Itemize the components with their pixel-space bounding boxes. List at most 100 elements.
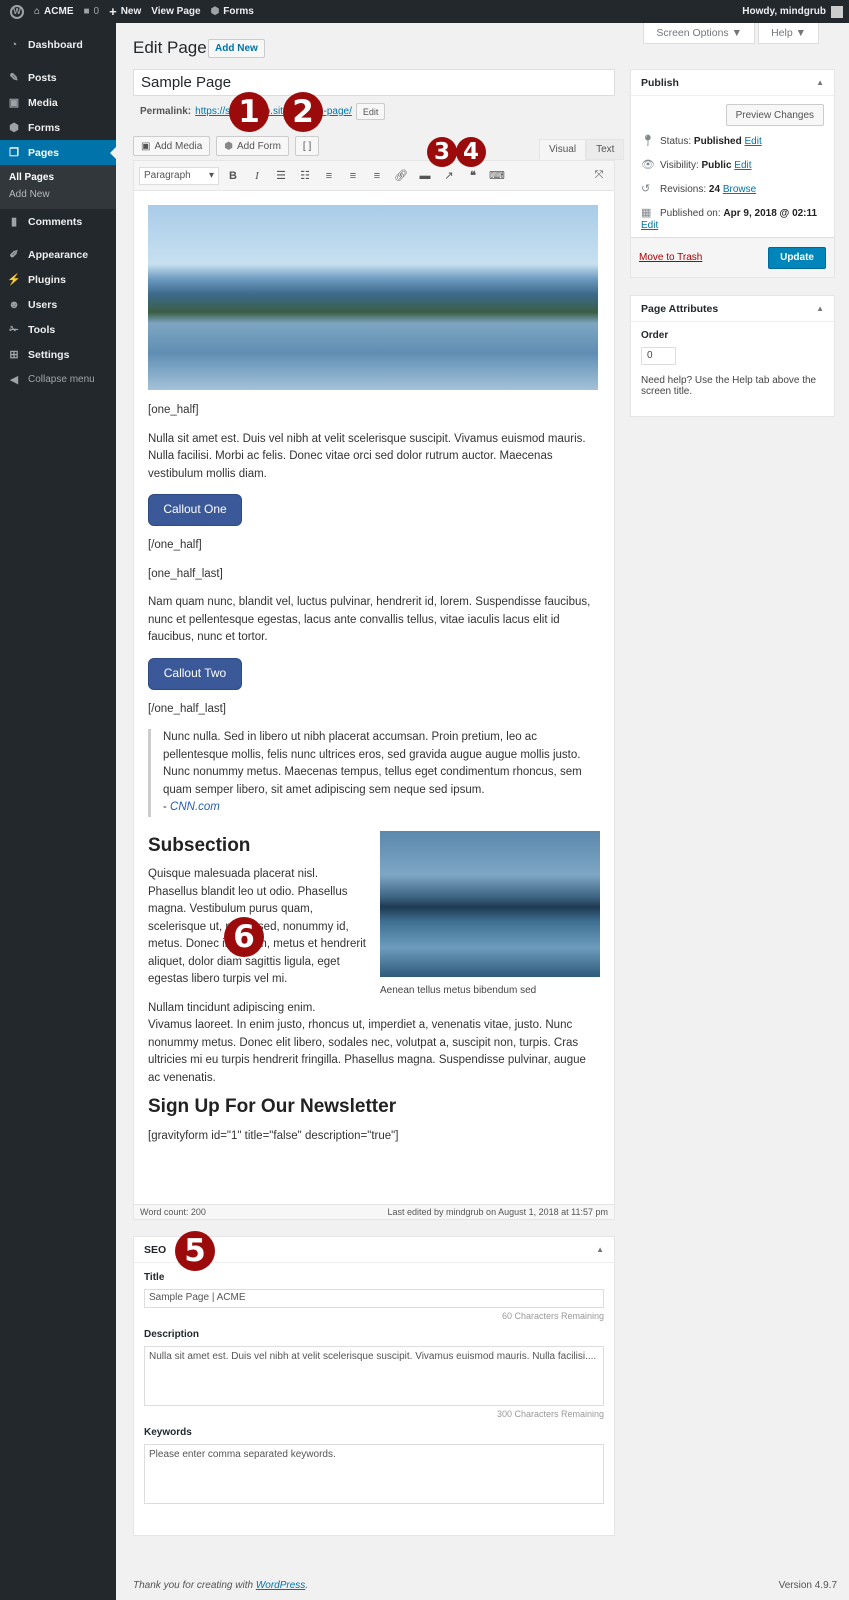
forms-icon: ⬢ <box>224 140 233 152</box>
forms-link[interactable]: ⬢ Forms <box>211 6 254 17</box>
sidebar-item-comments[interactable]: ▮ Comments <box>0 209 116 234</box>
last-edited: Last edited by mindgrub on August 1, 201… <box>387 1207 609 1217</box>
site-name: ACME <box>44 6 74 17</box>
new-label: New <box>120 6 142 17</box>
screen-options-button[interactable]: Screen Options ▼ <box>643 23 755 44</box>
comments-link[interactable]: ■ 0 <box>84 6 100 17</box>
order-label: Order <box>641 330 669 341</box>
permalink-label: Permalink: <box>140 106 192 117</box>
external-link-button[interactable]: ↗ <box>439 166 459 186</box>
submenu-all-pages[interactable]: All Pages <box>0 169 116 186</box>
align-right-button[interactable]: ≡ <box>367 166 387 186</box>
published-on-edit-link[interactable]: Edit <box>641 220 824 231</box>
italic-icon: I <box>255 169 259 182</box>
sidebar-item-dashboard[interactable]: ◔ Dashboard <box>0 32 116 57</box>
page-attributes-box: Page Attributes ▲ Order 0 Need help? Use … <box>630 295 835 417</box>
italic-button[interactable]: I <box>247 166 267 186</box>
wordpress-link[interactable]: WordPress <box>256 1580 305 1591</box>
annotation-marker-2: 2 <box>283 92 323 132</box>
editor-content[interactable]: [one_half] Nulla sit amet est. Duis vel … <box>134 191 614 1145</box>
submenu-add-new[interactable]: Add New <box>0 186 116 203</box>
numbered-list-icon: ☷ <box>300 170 310 182</box>
permalink-link[interactable]: https://s…rdp…o.site/sample-page/ <box>195 106 352 117</box>
mountain-lake-image[interactable] <box>380 830 600 977</box>
read-more-button[interactable]: ▬ <box>415 166 435 186</box>
update-button[interactable]: Update <box>768 246 826 269</box>
status-edit-link[interactable]: Edit <box>745 136 762 147</box>
sidebar-item-posts[interactable]: ✎ Posts <box>0 65 116 90</box>
footer-thanks-text: Thank you for creating with <box>133 1580 256 1591</box>
comment-icon: ▮ <box>10 216 18 228</box>
wordpress-logo-button[interactable]: W <box>10 4 24 19</box>
lake-banner-image[interactable] <box>148 205 598 390</box>
add-media-label: Add Media <box>154 140 203 152</box>
view-page-link[interactable]: View Page <box>151 6 200 17</box>
collapse-arrow-icon[interactable]: ▲ <box>816 78 824 87</box>
post-title-input[interactable]: Sample Page <box>133 69 615 96</box>
sidebar-item-tools[interactable]: ✁ Tools <box>0 317 116 342</box>
align-left-button[interactable]: ≡ <box>319 166 339 186</box>
sidebar-item-media[interactable]: ▣ Media <box>0 90 116 115</box>
sidebar-item-forms[interactable]: ⬢ Forms <box>0 115 116 140</box>
quote-source-link[interactable]: CNN.com <box>170 801 220 813</box>
callout-two-button[interactable]: Callout Two <box>148 657 242 690</box>
seo-description-textarea[interactable]: Nulla sit amet est. Duis vel nibh at vel… <box>144 1346 604 1406</box>
annotation-marker-3: 3 <box>427 137 457 167</box>
shortcode-button[interactable]: [ ] <box>294 136 320 156</box>
sidebar-item-label: Comments <box>28 215 83 228</box>
format-select-value: Paragraph <box>144 170 191 181</box>
quote-dash: - <box>163 801 171 813</box>
revisions-value: 24 <box>708 184 721 195</box>
admin-bar: W ⌂ ACME ■ 0 + New View Page ⬢ Forms Howdy, … <box>0 0 849 23</box>
add-new-button[interactable]: Add New <box>208 39 265 58</box>
publish-box-header[interactable]: Publish ▲ <box>631 70 834 96</box>
history-icon: ↺ <box>641 183 651 195</box>
sidebar-item-settings[interactable]: ⊞ Settings <box>0 342 116 367</box>
move-to-trash-link[interactable]: Move to Trash <box>639 252 702 263</box>
permalink-edit-button[interactable]: Edit <box>355 103 386 120</box>
collapse-label: Collapse menu <box>28 374 95 385</box>
tab-text[interactable]: Text <box>586 139 625 160</box>
bold-button[interactable]: B <box>223 166 243 186</box>
add-form-button[interactable]: ⬢ Add Form <box>216 136 289 156</box>
fullscreen-button[interactable]: ⤧ <box>589 166 609 186</box>
collapse-arrow-icon[interactable]: ▲ <box>596 1245 604 1254</box>
site-name-link[interactable]: ⌂ ACME <box>34 6 74 17</box>
help-button[interactable]: Help ▼ <box>758 23 819 44</box>
tab-visual[interactable]: Visual <box>539 139 587 160</box>
seo-title-remaining: 60 Characters Remaining <box>501 1311 604 1321</box>
format-select[interactable]: Paragraph ▾ <box>139 166 219 185</box>
forms-label: Forms <box>223 6 254 17</box>
blockquote-button[interactable]: ❝ <box>463 166 483 186</box>
toolbar-toggle-button[interactable]: ⌨ <box>487 166 507 186</box>
collapse-menu-button[interactable]: ◀ Collapse menu <box>0 367 116 392</box>
seo-title-input[interactable]: Sample Page | ACME <box>144 1289 604 1308</box>
sidebar-item-appearance[interactable]: ✐ Appearance <box>0 242 116 267</box>
numbered-list-button[interactable]: ☷ <box>295 166 315 186</box>
browse-revisions-link[interactable]: Browse <box>723 184 756 195</box>
insert-link-button[interactable]: 🔗︎ <box>391 166 411 186</box>
visibility-edit-link[interactable]: Edit <box>734 160 751 171</box>
content-editor[interactable]: Paragraph ▾ B I ☰ ☷ ≡ ≡ ≡ 🔗︎ ▬ ↗ ❝ ⌨ ⤧ [o… <box>133 160 615 1220</box>
sidebar-item-users[interactable]: ☻ Users <box>0 292 116 317</box>
add-media-button[interactable]: ▣ Add Media <box>133 136 211 156</box>
sidebar-item-pages[interactable]: ❐ Pages <box>0 140 116 165</box>
bullet-list-button[interactable]: ☰ <box>271 166 291 186</box>
collapse-arrow-icon[interactable]: ▲ <box>816 304 824 313</box>
subsection: Subsection Quisque malesuada placerat ni… <box>148 825 600 1000</box>
sidebar-item-plugins[interactable]: ⚡ Plugins <box>0 267 116 292</box>
page-attributes-header[interactable]: Page Attributes ▲ <box>631 296 834 322</box>
seo-keywords-textarea[interactable]: Please enter comma separated keywords. <box>144 1444 604 1504</box>
visibility-row: 👁︎ Visibility: Public Edit <box>641 159 824 172</box>
account-menu[interactable]: Howdy, mindgrub <box>742 5 843 18</box>
seo-description-remaining: 300 Characters Remaining <box>496 1409 604 1419</box>
new-content-link[interactable]: + New <box>109 4 141 19</box>
paragraph: Vivamus laoreet. In enim justo, rhoncus … <box>148 1019 586 1084</box>
callout-one-button[interactable]: Callout One <box>148 494 242 526</box>
order-input[interactable]: 0 <box>641 347 676 365</box>
preview-changes-button[interactable]: Preview Changes <box>725 104 824 126</box>
shortcode-one-half-last-open: [one_half_last] <box>148 567 223 580</box>
word-count: Word count: 200 <box>140 1207 206 1217</box>
align-center-button[interactable]: ≡ <box>343 166 363 186</box>
align-left-icon: ≡ <box>325 169 333 182</box>
